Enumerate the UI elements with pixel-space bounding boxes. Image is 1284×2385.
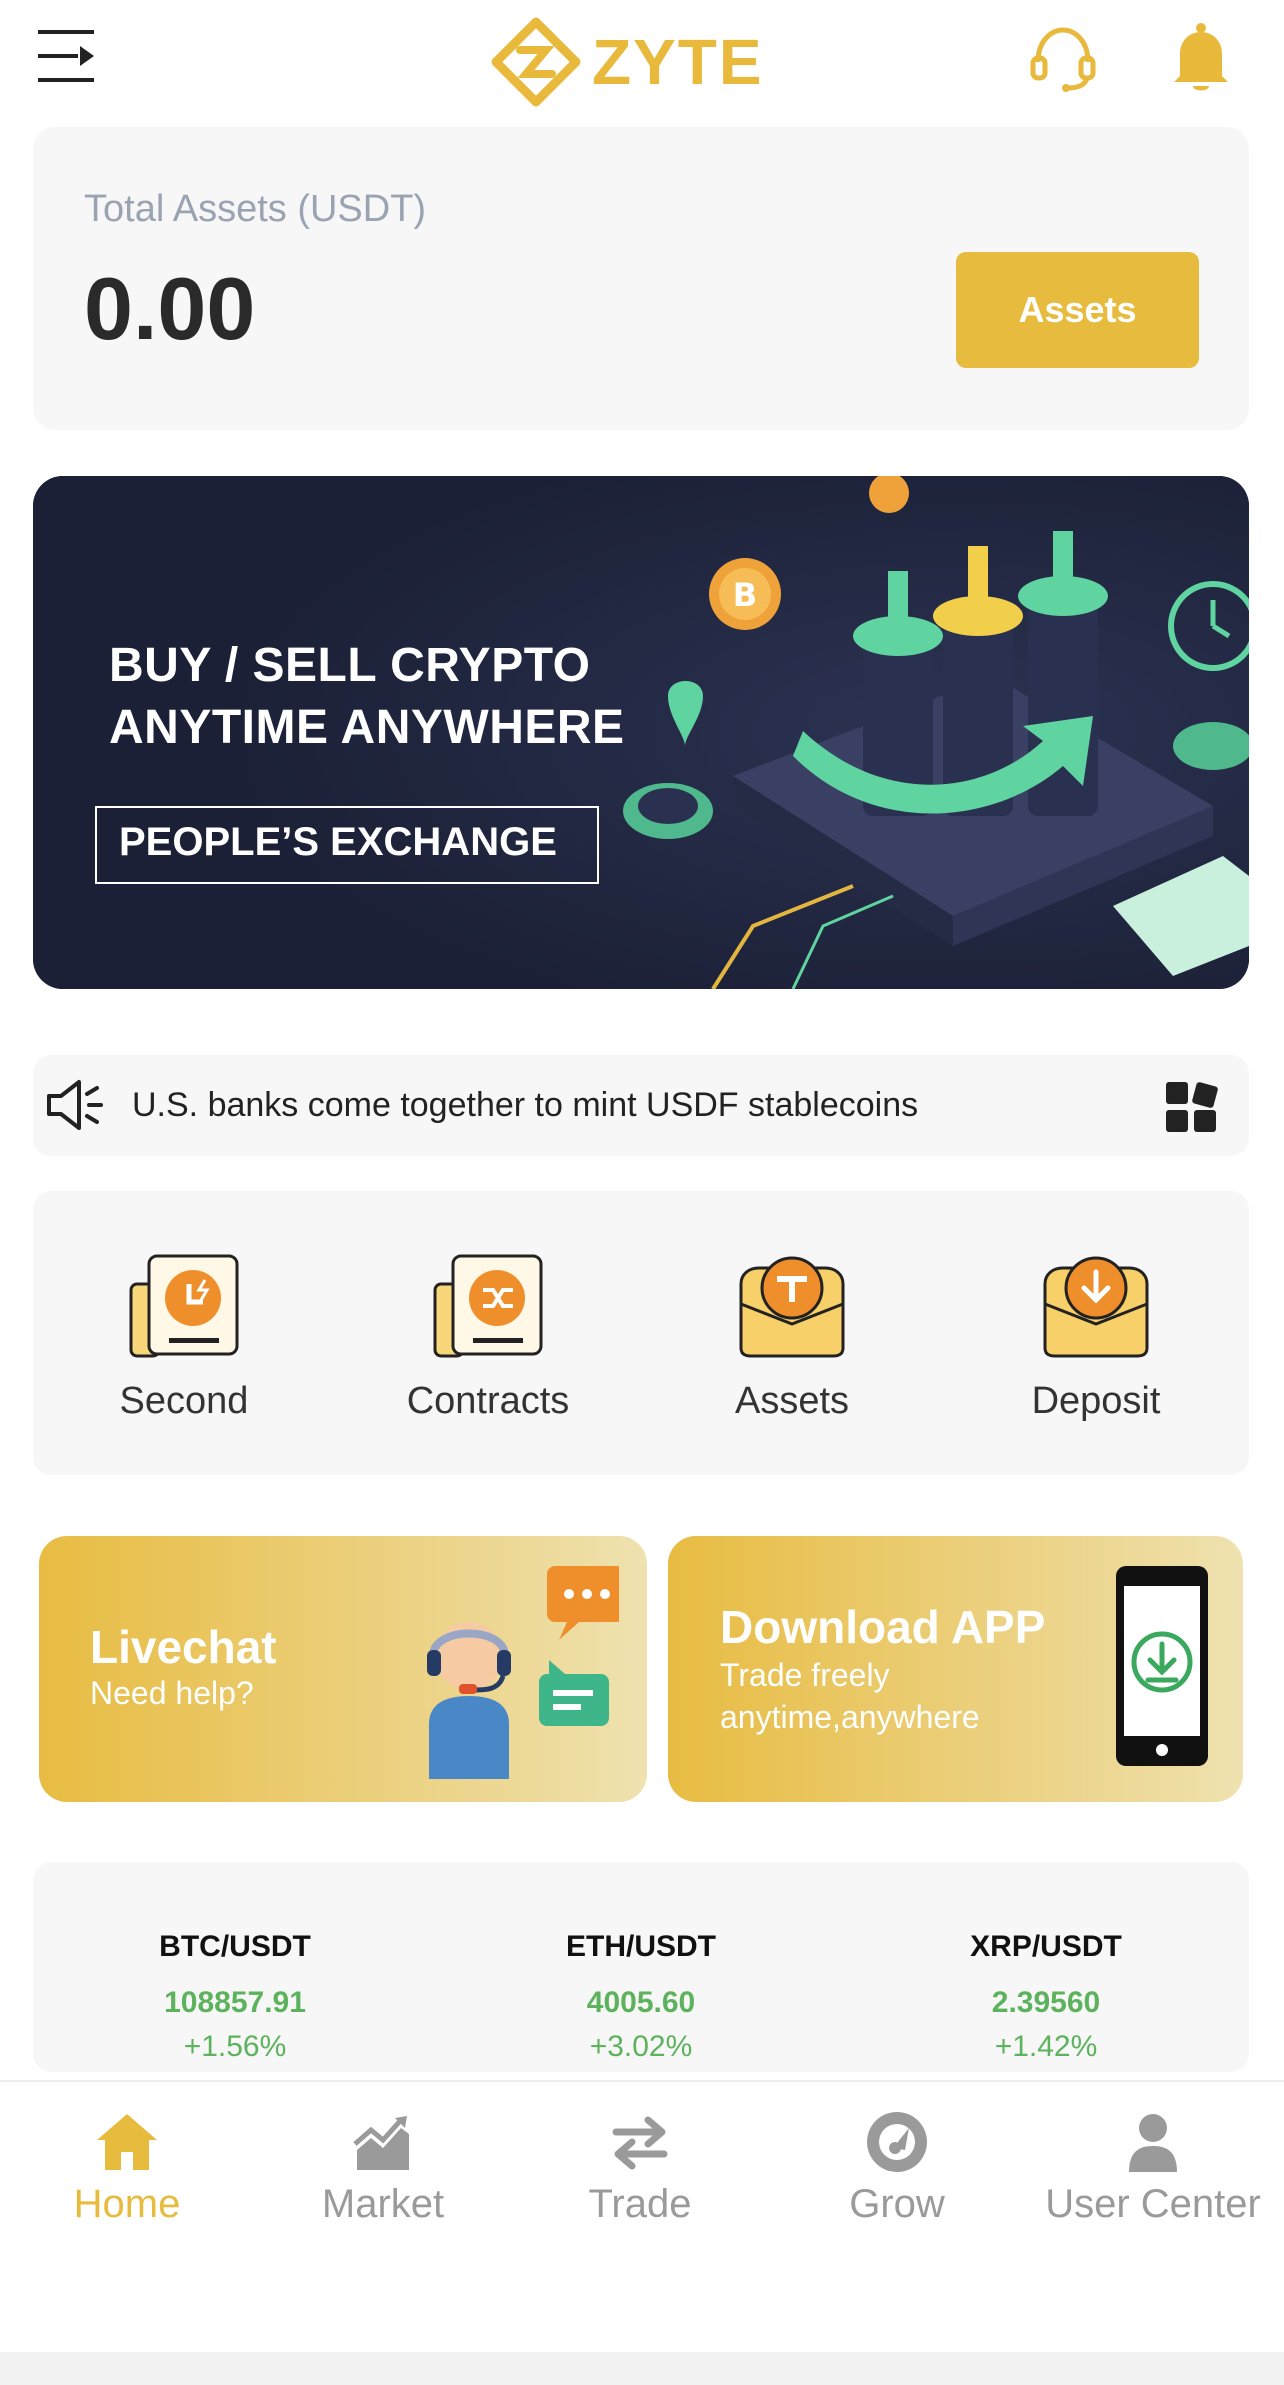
speaker-icon [47, 1080, 103, 1130]
nav-user-center[interactable]: User Center [1033, 2110, 1273, 2227]
deposit-icon [1043, 1256, 1149, 1358]
news-headline[interactable]: U.S. banks come together to mint USDF st… [132, 1086, 918, 1125]
second-icon [129, 1254, 239, 1358]
market-icon [353, 2116, 409, 2170]
nav-label: Trade [588, 2182, 692, 2226]
quick-item-second[interactable]: Second [84, 1254, 284, 1423]
ticker-price: 2.39560 [991, 1986, 1101, 2019]
nav-market[interactable]: Market [263, 2110, 503, 2227]
contracts-icon [433, 1254, 543, 1358]
zyte-logo-icon [491, 17, 581, 107]
nav-label: User Center [1045, 2182, 1261, 2226]
bell-icon[interactable] [1168, 22, 1234, 94]
assets-icon [739, 1256, 845, 1358]
menu-icon[interactable] [36, 24, 100, 88]
ticker-eth[interactable]: ETH/USDT 4005.60 +3.02% [491, 1930, 791, 2064]
nav-grow[interactable]: Grow [777, 2110, 1017, 2227]
banner-headline-2: ANYTIME ANYWHERE [109, 701, 625, 754]
phone-download-icon [1116, 1566, 1208, 1766]
ticker-change: +1.42% [994, 2030, 1098, 2063]
grow-icon [867, 2112, 927, 2172]
quick-item-label: Assets [734, 1380, 850, 1422]
download-subtitle-1: Trade freely [720, 1657, 890, 1693]
ticker-price: 4005.60 [586, 1986, 696, 2019]
livechat-card[interactable]: Livechat Need help? [39, 1536, 647, 1802]
top-bar: ZYTE [0, 0, 1284, 120]
quick-item-contracts[interactable]: Contracts [388, 1254, 588, 1423]
promo-banner[interactable]: B BUY / SELL CRYPTO ANYTIME ANYWHERE PEO… [33, 476, 1249, 989]
brand-logo: ZYTE [490, 12, 790, 112]
nav-label: Home [73, 2182, 181, 2226]
ticker-xrp[interactable]: XRP/USDT 2.39560 +1.42% [896, 1930, 1196, 2064]
quick-item-label: Contracts [406, 1380, 570, 1422]
home-icon [97, 2114, 157, 2170]
quick-item-label: Second [119, 1380, 249, 1422]
home-indicator-area [0, 2352, 1284, 2385]
nav-label: Market [321, 2182, 445, 2226]
download-title: Download APP [720, 1601, 1046, 1653]
bottom-navigation: Home Market Trade Grow User Center [0, 2080, 1284, 2352]
total-assets-label: Total Assets (USDT) [84, 188, 427, 230]
ticker-pair: BTC/USDT [159, 1930, 311, 1963]
svg-text:B: B [733, 576, 757, 614]
ticker-price: 108857.91 [164, 1986, 306, 2019]
ticker-change: +1.56% [183, 2030, 287, 2063]
assets-button[interactable]: Assets [956, 252, 1199, 368]
ticker-btc[interactable]: BTC/USDT 108857.91 +1.56% [85, 1930, 385, 2064]
headset-icon[interactable] [1028, 22, 1098, 92]
quick-item-assets[interactable]: Assets [692, 1254, 892, 1423]
quick-item-deposit[interactable]: Deposit [996, 1254, 1196, 1423]
livechat-title: Livechat [90, 1621, 277, 1673]
download-subtitle-2: anytime,anywhere [720, 1699, 980, 1735]
trade-icon [612, 2116, 668, 2170]
nav-label: Grow [849, 2182, 945, 2226]
nav-trade[interactable]: Trade [520, 2110, 760, 2227]
banner-tag: PEOPLE’S EXCHANGE [119, 820, 557, 864]
download-app-card[interactable]: Download APP Trade freely anytime,anywhe… [668, 1536, 1243, 1802]
support-agent-icon [427, 1566, 619, 1779]
total-assets-value: 0.00 [84, 259, 256, 358]
nav-home[interactable]: Home [7, 2110, 247, 2227]
ticker-pair: ETH/USDT [566, 1930, 716, 1963]
brand-name: ZYTE [592, 26, 764, 98]
livechat-subtitle: Need help? [90, 1675, 254, 1711]
user-icon [1129, 2114, 1177, 2172]
grid-icon[interactable] [1164, 1080, 1220, 1134]
banner-headline-1: BUY / SELL CRYPTO [109, 639, 591, 692]
ticker-change: +3.02% [589, 2030, 693, 2063]
ticker-pair: XRP/USDT [970, 1930, 1122, 1963]
quick-item-label: Deposit [1031, 1380, 1161, 1422]
